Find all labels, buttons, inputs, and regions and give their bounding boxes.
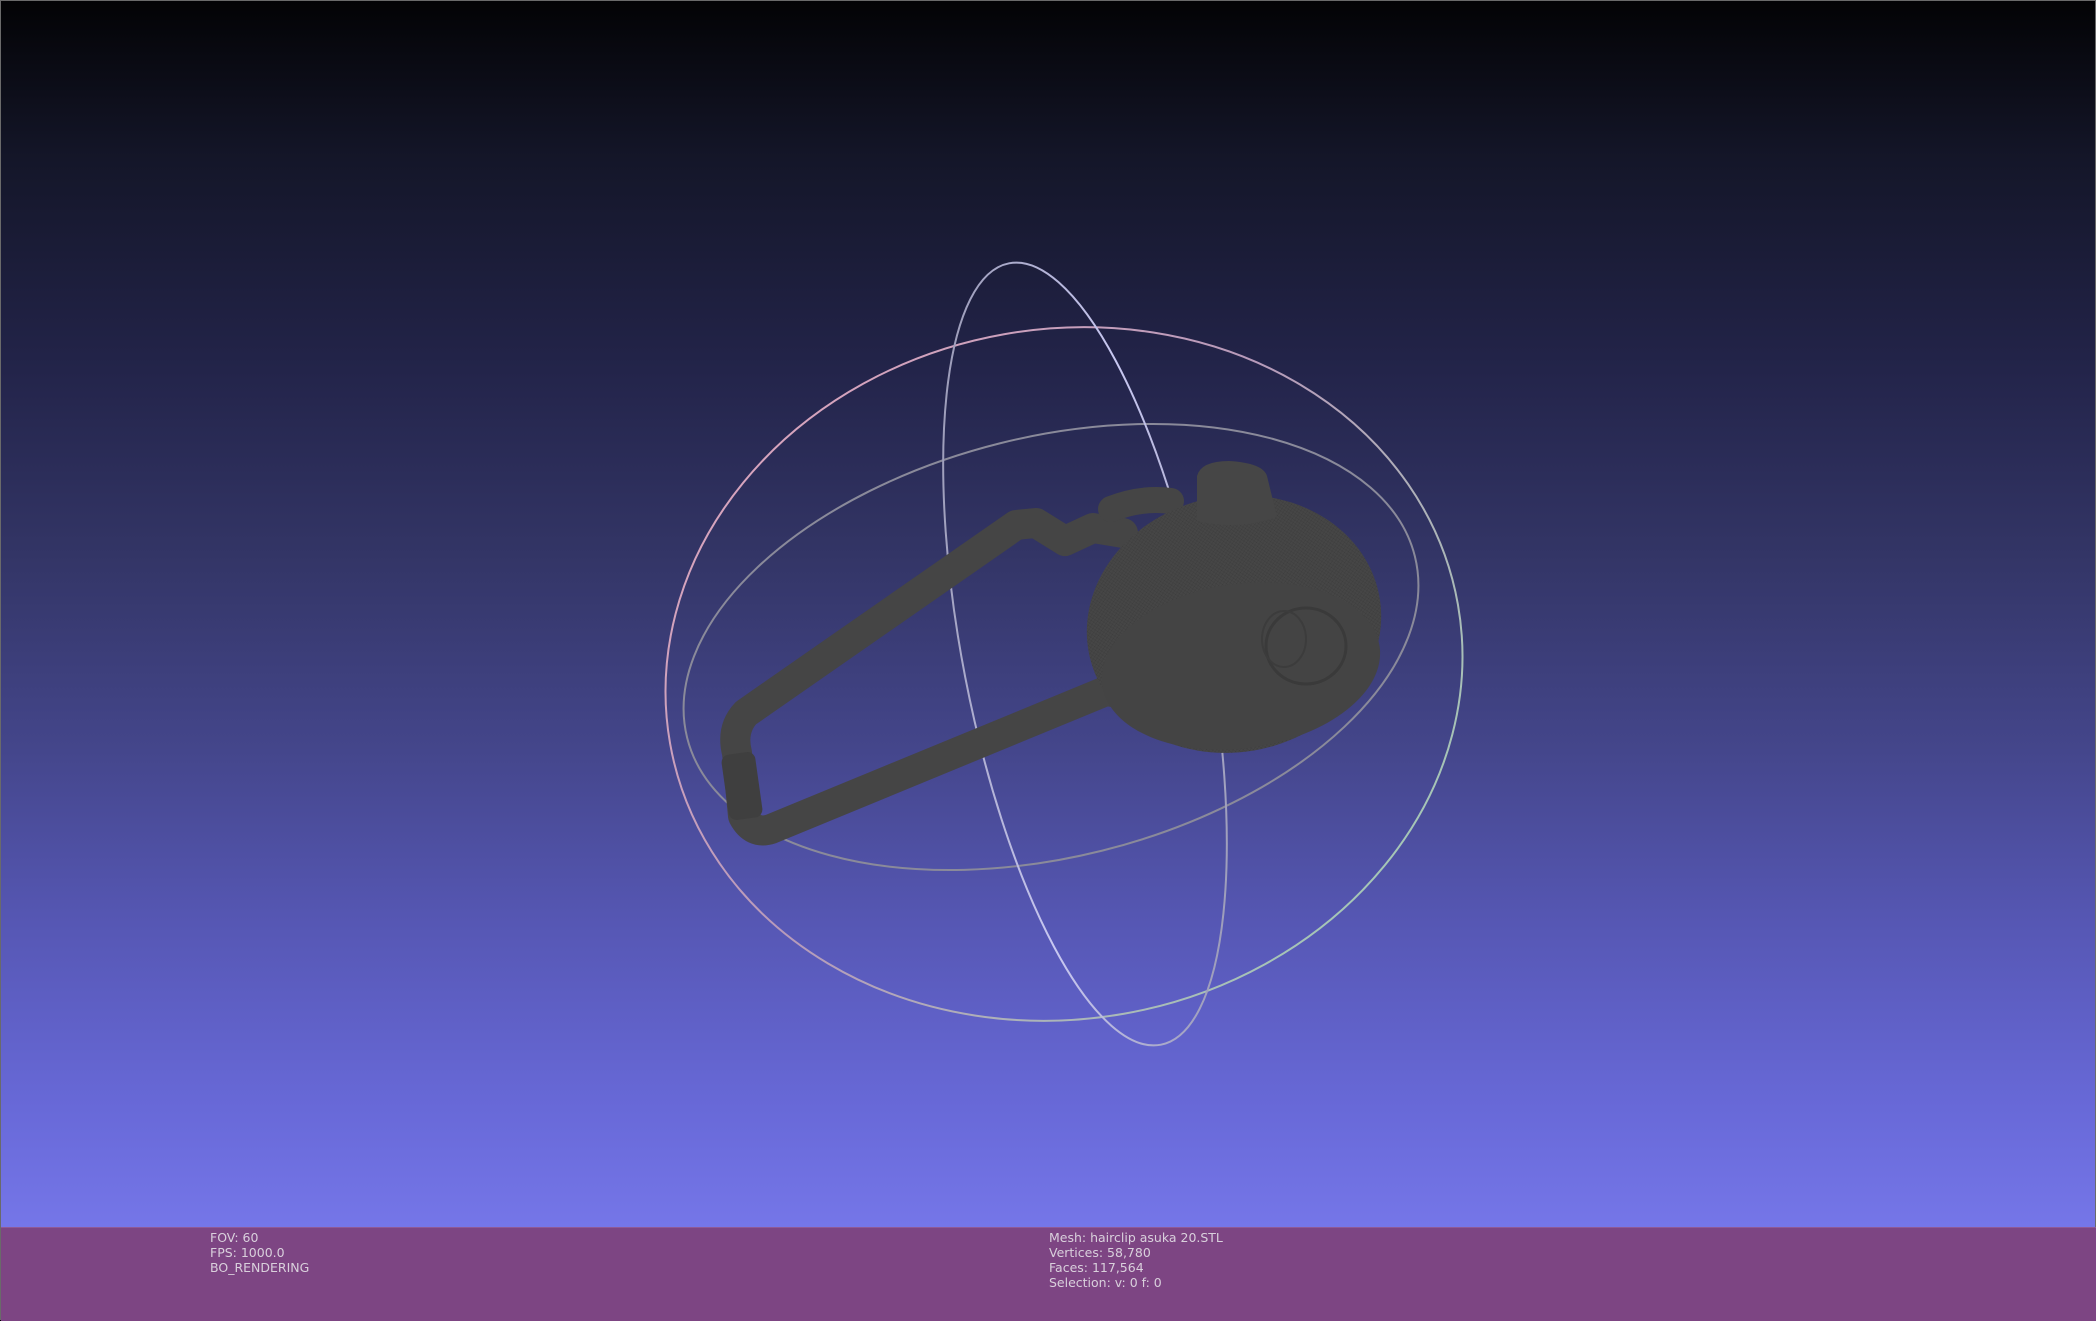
info-bar: FOV: 60 FPS: 1000.0 BO_RENDERING Mesh: h…	[1, 1227, 2096, 1321]
mesh-name: Mesh: hairclip asuka 20.STL	[1049, 1230, 1223, 1245]
mesh-info: Mesh: hairclip asuka 20.STL Vertices: 58…	[1049, 1230, 1223, 1290]
trackball-ring-outer[interactable]	[610, 265, 1518, 1083]
selection-info: Selection: v: 0 f: 0	[1049, 1275, 1162, 1290]
3d-viewport[interactable]: FOV: 60 FPS: 1000.0 BO_RENDERING Mesh: h…	[0, 0, 2096, 1321]
fov-readout: FOV: 60	[210, 1230, 259, 1245]
fps-readout: FPS: 1000.0	[210, 1245, 285, 1260]
vertex-count: Vertices: 58,780	[1049, 1245, 1151, 1260]
render-info: FOV: 60 FPS: 1000.0 BO_RENDERING	[210, 1230, 309, 1275]
scene-canvas[interactable]	[1, 1, 2096, 1227]
face-count: Faces: 117,564	[1049, 1260, 1144, 1275]
trackball-gizmo-icon[interactable]	[610, 240, 1518, 1083]
render-mode: BO_RENDERING	[210, 1260, 310, 1275]
